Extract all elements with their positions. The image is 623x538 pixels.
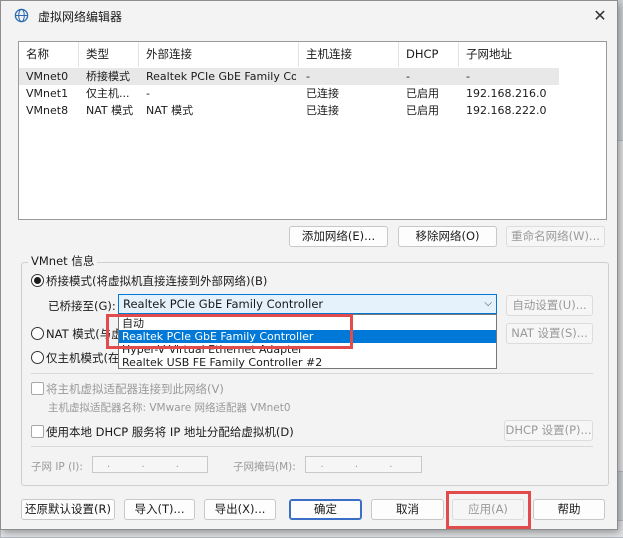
network-list[interactable]: 名称 类型 外部连接 主机连接 DHCP 子网地址 VMnet0 桥接模式 Re… (18, 41, 607, 220)
network-globe-icon (14, 8, 29, 23)
cell-type: 桥接模式 (86, 70, 130, 83)
column-header-name[interactable]: 名称 (19, 42, 79, 67)
table-row[interactable]: VMnet1 仅主机... - 已连接 已启用 192.168.216.0 (19, 85, 559, 102)
help-button[interactable]: 帮助 (533, 499, 605, 520)
title-bar: 虚拟网络编辑器 ✕ (1, 1, 617, 31)
ok-button[interactable]: 确定 (289, 499, 362, 520)
import-button[interactable]: 导入(T)... (124, 499, 195, 520)
export-button[interactable]: 导出(X)... (204, 499, 276, 520)
cell-subnet: 192.168.216.0 (466, 87, 547, 100)
subnet-mask-value: . . . (320, 459, 407, 470)
bridged-to-select[interactable]: Realtek PCIe GbE Family Controller ⌵ (118, 294, 497, 314)
cell-type: 仅主机... (86, 87, 130, 100)
connect-host-adapter-label[interactable]: 将主机虚拟适配器连接到此网络(V) (46, 381, 224, 397)
cell-dhcp: 已启用 (406, 104, 439, 117)
remove-network-button[interactable]: 移除网络(O) (398, 226, 497, 247)
cell-host: - (306, 70, 310, 83)
cell-subnet: - (466, 70, 470, 83)
subnet-mask-field[interactable]: . . . (305, 456, 422, 473)
vmnet-info-title: VMnet 信息 (28, 253, 98, 269)
cell-type: NAT 模式 (86, 104, 134, 117)
nat-settings-button[interactable]: NAT 设置(S)... (506, 323, 593, 344)
column-header-subnet[interactable]: 子网地址 (459, 42, 559, 67)
highlight-box-selected-option (106, 314, 353, 349)
auto-settings-button[interactable]: 自动设置(U)... (506, 295, 593, 316)
virtual-network-editor-dialog: 虚拟网络编辑器 ✕ 名称 类型 外部连接 主机连接 DHCP 子网地址 VMne… (0, 0, 618, 530)
subnet-ip-value: . . . (107, 459, 193, 470)
cell-name: VMnet8 (26, 104, 69, 117)
bridged-to-label: 已桥接至(G): (48, 299, 116, 313)
cell-external: NAT 模式 (146, 104, 194, 117)
dropdown-option[interactable]: Realtek USB FE Family Controller #2 (119, 356, 496, 369)
host-adapter-name: 主机虚拟适配器名称: VMware 网络适配器 VMnet0 (48, 402, 291, 414)
column-header-type[interactable]: 类型 (79, 42, 139, 67)
rename-network-button[interactable]: 重命名网络(W)... (506, 226, 605, 247)
chevron-down-icon: ⌵ (484, 298, 492, 309)
divider (31, 373, 593, 374)
add-network-button[interactable]: 添加网络(E)... (289, 226, 388, 247)
subnet-ip-label: 子网 IP (I): (31, 461, 83, 473)
cell-host: 已连接 (306, 104, 339, 117)
table-row[interactable]: VMnet8 NAT 模式 NAT 模式 已连接 已启用 192.168.222… (19, 102, 559, 119)
cell-subnet: 192.168.222.0 (466, 104, 547, 117)
bridge-mode-radio[interactable] (31, 274, 44, 287)
list-header: 名称 类型 外部连接 主机连接 DHCP 子网地址 (19, 42, 606, 67)
cell-name: VMnet0 (26, 70, 69, 83)
window-title: 虚拟网络编辑器 (38, 10, 123, 24)
close-button[interactable]: ✕ (587, 5, 613, 27)
cell-dhcp: - (406, 70, 410, 83)
cell-host: 已连接 (306, 87, 339, 100)
cell-name: VMnet1 (26, 87, 69, 100)
dhcp-settings-button[interactable]: DHCP 设置(P)... (504, 420, 593, 441)
host-only-radio[interactable] (31, 351, 44, 364)
column-header-external[interactable]: 外部连接 (139, 42, 299, 67)
cell-dhcp: 已启用 (406, 87, 439, 100)
table-row[interactable]: VMnet0 桥接模式 Realtek PCIe GbE Family Co..… (19, 68, 559, 85)
column-header-dhcp[interactable]: DHCP (399, 42, 459, 67)
subnet-ip-field[interactable]: . . . (92, 456, 208, 473)
column-header-host[interactable]: 主机连接 (299, 42, 399, 67)
restore-defaults-button[interactable]: 还原默认设置(R) (21, 499, 115, 520)
use-dhcp-label[interactable]: 使用本地 DHCP 服务将 IP 地址分配给虚拟机(D) (46, 424, 294, 440)
cell-external: - (146, 87, 150, 100)
cell-external: Realtek PCIe GbE Family Co... (146, 70, 296, 83)
highlight-box-apply (446, 491, 531, 529)
bridged-to-value: Realtek PCIe GbE Family Controller (123, 297, 324, 311)
divider (31, 446, 593, 447)
connect-host-adapter-checkbox[interactable] (31, 382, 44, 395)
nat-mode-radio[interactable] (31, 327, 44, 340)
bridge-mode-label[interactable]: 桥接模式(将虚拟机直接连接到外部网络)(B) (46, 273, 267, 289)
use-dhcp-checkbox[interactable] (31, 425, 44, 438)
cancel-button[interactable]: 取消 (371, 499, 444, 520)
subnet-mask-label: 子网掩码(M): (233, 461, 296, 473)
host-only-label[interactable]: 仅主机模式(在 (46, 350, 120, 366)
